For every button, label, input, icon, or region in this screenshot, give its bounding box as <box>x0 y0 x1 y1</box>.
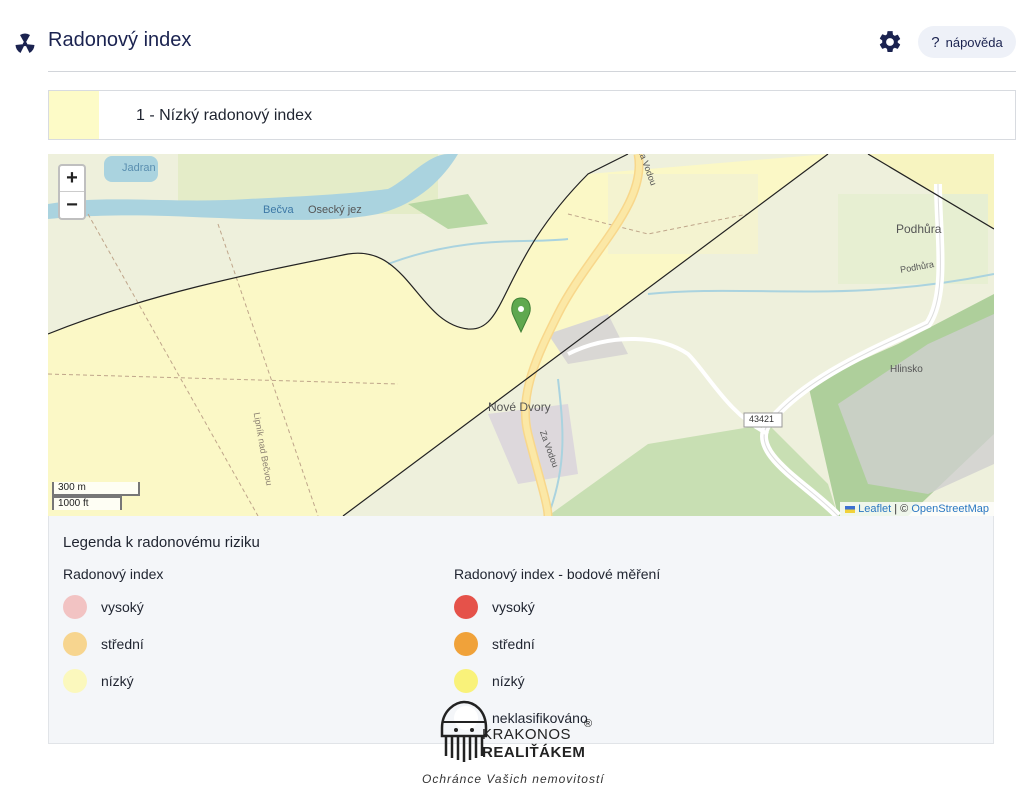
place-label: Hlinsko <box>890 364 923 375</box>
legend-item: vysoký <box>454 595 535 619</box>
map-view[interactable]: Jadran Bečva Osecký jez Za Vodou Podhůra… <box>48 154 994 516</box>
map-attribution: Leaflet | © OpenStreetMap <box>840 502 994 516</box>
place-label: Jadran <box>122 162 156 174</box>
legend-dot <box>63 595 87 619</box>
legend-item: nízký <box>63 669 134 693</box>
legend-item-label: nízký <box>492 673 525 689</box>
flag-icon <box>845 505 856 513</box>
legend-dot <box>454 595 478 619</box>
place-label: Nové Dvory <box>488 400 551 414</box>
watermark-motto: Ochránce Vašich nemovitostí <box>422 772 605 786</box>
watermark-name-line1: KRAKONOS <box>482 726 572 743</box>
help-button[interactable]: ? nápověda <box>918 26 1016 58</box>
app-header: Radonový index ? nápověda <box>0 0 1024 72</box>
page-title: Radonový index <box>48 29 192 51</box>
zoom-control: + − <box>58 164 86 220</box>
place-label: Osecký jez <box>308 204 362 216</box>
index-color-swatch <box>49 91 99 139</box>
legend-item: nízký <box>454 669 525 693</box>
legend-dot <box>63 632 87 656</box>
legend-item-label: nízký <box>101 673 134 689</box>
osm-link[interactable]: OpenStreetMap <box>911 503 989 515</box>
legend-col1-title: Radonový index <box>63 566 164 582</box>
legend-item-label: vysoký <box>101 599 144 615</box>
scale-imperial: 1000 ft <box>52 496 122 510</box>
legend-col2-title: Radonový index - bodové měření <box>454 566 661 582</box>
watermark-registered: ® <box>584 718 593 730</box>
legend-item-label: střední <box>101 636 144 652</box>
scale-bar: 300 m 1000 ft <box>52 482 140 510</box>
watermark-logo: KRAKONOS ® REALIŤÁKEM Ochránce Vašich ne… <box>420 700 610 795</box>
leaflet-link[interactable]: Leaflet <box>858 503 891 515</box>
map-tiles[interactable] <box>48 154 994 516</box>
legend-item-label: střední <box>492 636 535 652</box>
question-icon: ? <box>931 33 940 51</box>
radon-index-result: 1 - Nízký radonový index <box>48 90 1016 140</box>
place-label: Podhůra <box>896 222 942 236</box>
legend-title: Legenda k radonovému riziku <box>63 534 260 551</box>
legend-dot <box>63 669 87 693</box>
road-number-label: 43421 <box>749 414 775 424</box>
zoom-out-button[interactable]: − <box>60 192 84 218</box>
index-result-label: 1 - Nízký radonový index <box>136 107 313 124</box>
watermark-name-line2: REALIŤÁKEM <box>482 744 586 761</box>
legend-item: střední <box>63 632 144 656</box>
legend-item: střední <box>454 632 535 656</box>
attribution-separator: | © <box>891 503 912 515</box>
legend-item: vysoký <box>63 595 144 619</box>
header-divider <box>48 71 1016 72</box>
scale-metric: 300 m <box>52 482 140 496</box>
legend-dot <box>454 632 478 656</box>
river-label: Bečva <box>263 204 294 216</box>
radiation-icon <box>15 33 35 53</box>
zoom-in-button[interactable]: + <box>60 166 84 192</box>
legend-item-label: vysoký <box>492 599 535 615</box>
legend-dot <box>454 669 478 693</box>
help-label: nápověda <box>945 34 1003 50</box>
gear-icon[interactable] <box>877 29 903 55</box>
